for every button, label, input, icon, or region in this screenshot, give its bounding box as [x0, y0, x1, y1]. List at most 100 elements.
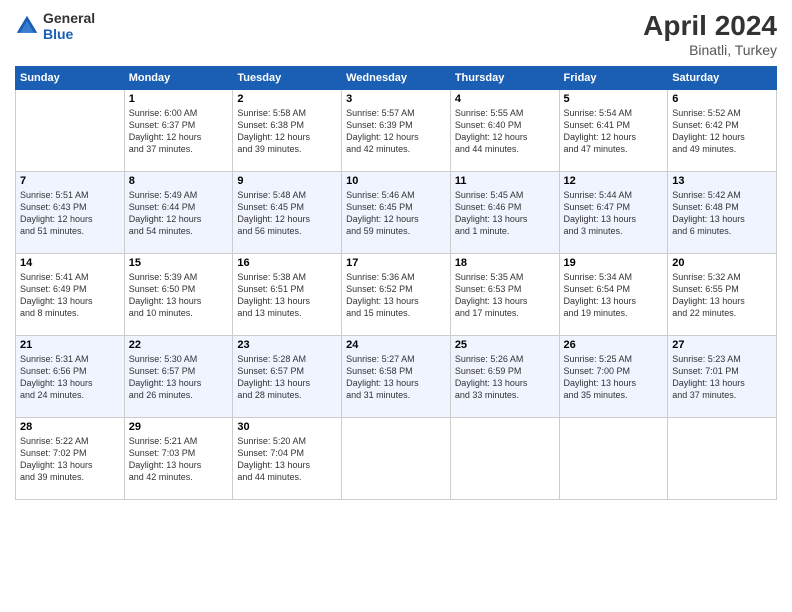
day-info: Sunrise: 5:31 AM Sunset: 6:56 PM Dayligh… — [20, 353, 120, 402]
weekday-header-wednesday: Wednesday — [342, 67, 451, 90]
day-cell: 21Sunrise: 5:31 AM Sunset: 6:56 PM Dayli… — [16, 336, 125, 418]
day-number: 17 — [346, 257, 446, 269]
day-number: 12 — [564, 175, 664, 187]
day-cell: 24 Sunrise: 5:27 AM Sunset: 6:58 PM Dayli… — [342, 336, 451, 418]
day-number: 27 — [672, 339, 772, 351]
day-info: Sunrise: 5:27 AM Sunset: 6:58 PM Dayligh… — [346, 353, 446, 402]
day-cell: 22Sunrise: 5:30 AM Sunset: 6:57 PM Dayli… — [124, 336, 233, 418]
day-cell: 20Sunrise: 5:32 AM Sunset: 6:55 PM Dayli… — [668, 254, 777, 336]
day-info: Sunrise: 5:45 AM Sunset: 6:46 PM Dayligh… — [455, 189, 555, 238]
day-info: Sunrise: 5:58 AM Sunset: 6:38 PM Dayligh… — [237, 107, 337, 156]
week-row-2: 7 Sunrise: 5:51 AM Sunset: 6:43 PM Daylig… — [16, 172, 777, 254]
day-number: 6 — [672, 93, 772, 105]
month-title: April 2024 — [643, 10, 777, 42]
day-cell: 23 Sunrise: 5:28 AM Sunset: 6:57 PM Dayli… — [233, 336, 342, 418]
day-cell: 4 Sunrise: 5:55 AM Sunset: 6:40 PM Daylig… — [450, 90, 559, 172]
day-info: Sunrise: 5:22 AM Sunset: 7:02 PM Dayligh… — [20, 435, 120, 484]
day-cell — [668, 418, 777, 500]
day-number: 26 — [564, 339, 664, 351]
day-number: 4 — [455, 93, 555, 105]
day-cell: 13 Sunrise: 5:42 AM Sunset: 6:48 PM Dayli… — [668, 172, 777, 254]
day-number: 13 — [672, 175, 772, 187]
day-number: 10 — [346, 175, 446, 187]
day-cell — [559, 418, 668, 500]
day-cell: 28 Sunrise: 5:22 AM Sunset: 7:02 PM Dayli… — [16, 418, 125, 500]
day-cell: 7 Sunrise: 5:51 AM Sunset: 6:43 PM Daylig… — [16, 172, 125, 254]
day-info: Sunrise: 5:44 AM Sunset: 6:47 PM Dayligh… — [564, 189, 664, 238]
day-info: Sunrise: 5:30 AM Sunset: 6:57 PM Dayligh… — [129, 353, 229, 402]
day-cell — [450, 418, 559, 500]
day-cell — [342, 418, 451, 500]
day-cell: 15 Sunrise: 5:39 AM Sunset: 6:50 PM Dayli… — [124, 254, 233, 336]
day-info: Sunrise: 5:26 AM Sunset: 6:59 PM Dayligh… — [455, 353, 555, 402]
day-number: 28 — [20, 421, 120, 433]
day-number: 19 — [564, 257, 664, 269]
weekday-header-tuesday: Tuesday — [233, 67, 342, 90]
day-number: 9 — [237, 175, 337, 187]
day-cell: 2 Sunrise: 5:58 AM Sunset: 6:38 PM Daylig… — [233, 90, 342, 172]
day-number: 3 — [346, 93, 446, 105]
day-cell: 27 Sunrise: 5:23 AM Sunset: 7:01 PM Dayli… — [668, 336, 777, 418]
day-info: Sunrise: 5:41 AM Sunset: 6:49 PM Dayligh… — [20, 271, 120, 320]
day-number: 18 — [455, 257, 555, 269]
day-info: Sunrise: 5:51 AM Sunset: 6:43 PM Dayligh… — [20, 189, 120, 238]
logo-icon — [15, 14, 39, 38]
day-info: Sunrise: 5:23 AM Sunset: 7:01 PM Dayligh… — [672, 353, 772, 402]
day-info: Sunrise: 5:46 AM Sunset: 6:45 PM Dayligh… — [346, 189, 446, 238]
day-info: Sunrise: 5:34 AM Sunset: 6:54 PM Dayligh… — [564, 271, 664, 320]
day-cell: 26 Sunrise: 5:25 AM Sunset: 7:00 PM Dayli… — [559, 336, 668, 418]
day-cell: 14 Sunrise: 5:41 AM Sunset: 6:49 PM Dayli… — [16, 254, 125, 336]
day-number: 29 — [129, 421, 229, 433]
day-cell: 17 Sunrise: 5:36 AM Sunset: 6:52 PM Dayli… — [342, 254, 451, 336]
day-info: Sunrise: 5:32 AM Sunset: 6:55 PM Dayligh… — [672, 271, 772, 320]
weekday-header-saturday: Saturday — [668, 67, 777, 90]
day-info: Sunrise: 5:28 AM Sunset: 6:57 PM Dayligh… — [237, 353, 337, 402]
weekday-header-row: SundayMondayTuesdayWednesdayThursdayFrid… — [16, 67, 777, 90]
calendar: SundayMondayTuesdayWednesdayThursdayFrid… — [15, 66, 777, 500]
day-cell: 16Sunrise: 5:38 AM Sunset: 6:51 PM Dayli… — [233, 254, 342, 336]
day-info: Sunrise: 5:36 AM Sunset: 6:52 PM Dayligh… — [346, 271, 446, 320]
day-cell: 10 Sunrise: 5:46 AM Sunset: 6:45 PM Dayli… — [342, 172, 451, 254]
day-info: Sunrise: 5:57 AM Sunset: 6:39 PM Dayligh… — [346, 107, 446, 156]
day-info: Sunrise: 5:42 AM Sunset: 6:48 PM Dayligh… — [672, 189, 772, 238]
day-number: 14 — [20, 257, 120, 269]
day-info: Sunrise: 5:52 AM Sunset: 6:42 PM Dayligh… — [672, 107, 772, 156]
day-cell: 3 Sunrise: 5:57 AM Sunset: 6:39 PM Daylig… — [342, 90, 451, 172]
header: General Blue April 2024 Binatli, Turkey — [15, 10, 777, 58]
weekday-header-thursday: Thursday — [450, 67, 559, 90]
day-number: 2 — [237, 93, 337, 105]
day-number: 24 — [346, 339, 446, 351]
day-info: Sunrise: 6:00 AM Sunset: 6:37 PM Dayligh… — [129, 107, 229, 156]
day-cell: 25Sunrise: 5:26 AM Sunset: 6:59 PM Dayli… — [450, 336, 559, 418]
day-info: Sunrise: 5:39 AM Sunset: 6:50 PM Dayligh… — [129, 271, 229, 320]
weekday-header-sunday: Sunday — [16, 67, 125, 90]
day-info: Sunrise: 5:55 AM Sunset: 6:40 PM Dayligh… — [455, 107, 555, 156]
day-info: Sunrise: 5:35 AM Sunset: 6:53 PM Dayligh… — [455, 271, 555, 320]
day-number: 1 — [129, 93, 229, 105]
day-number: 7 — [20, 175, 120, 187]
day-cell — [16, 90, 125, 172]
day-number: 15 — [129, 257, 229, 269]
week-row-1: 1 Sunrise: 6:00 AM Sunset: 6:37 PM Daylig… — [16, 90, 777, 172]
day-cell: 18 Sunrise: 5:35 AM Sunset: 6:53 PM Dayli… — [450, 254, 559, 336]
day-number: 11 — [455, 175, 555, 187]
day-number: 16 — [237, 257, 337, 269]
location: Binatli, Turkey — [643, 42, 777, 58]
logo-blue: Blue — [43, 26, 95, 42]
day-number: 30 — [237, 421, 337, 433]
day-cell: 12 Sunrise: 5:44 AM Sunset: 6:47 PM Dayli… — [559, 172, 668, 254]
day-cell: 8Sunrise: 5:49 AM Sunset: 6:44 PM Daylig… — [124, 172, 233, 254]
day-cell: 1 Sunrise: 6:00 AM Sunset: 6:37 PM Daylig… — [124, 90, 233, 172]
day-info: Sunrise: 5:21 AM Sunset: 7:03 PM Dayligh… — [129, 435, 229, 484]
day-number: 5 — [564, 93, 664, 105]
day-info: Sunrise: 5:25 AM Sunset: 7:00 PM Dayligh… — [564, 353, 664, 402]
weekday-header-friday: Friday — [559, 67, 668, 90]
day-cell: 11 Sunrise: 5:45 AM Sunset: 6:46 PM Dayli… — [450, 172, 559, 254]
logo-general: General — [43, 10, 95, 26]
day-cell: 19 Sunrise: 5:34 AM Sunset: 6:54 PM Dayli… — [559, 254, 668, 336]
day-info: Sunrise: 5:20 AM Sunset: 7:04 PM Dayligh… — [237, 435, 337, 484]
day-cell: 9Sunrise: 5:48 AM Sunset: 6:45 PM Daylig… — [233, 172, 342, 254]
day-number: 23 — [237, 339, 337, 351]
day-number: 8 — [129, 175, 229, 187]
week-row-3: 14 Sunrise: 5:41 AM Sunset: 6:49 PM Dayli… — [16, 254, 777, 336]
